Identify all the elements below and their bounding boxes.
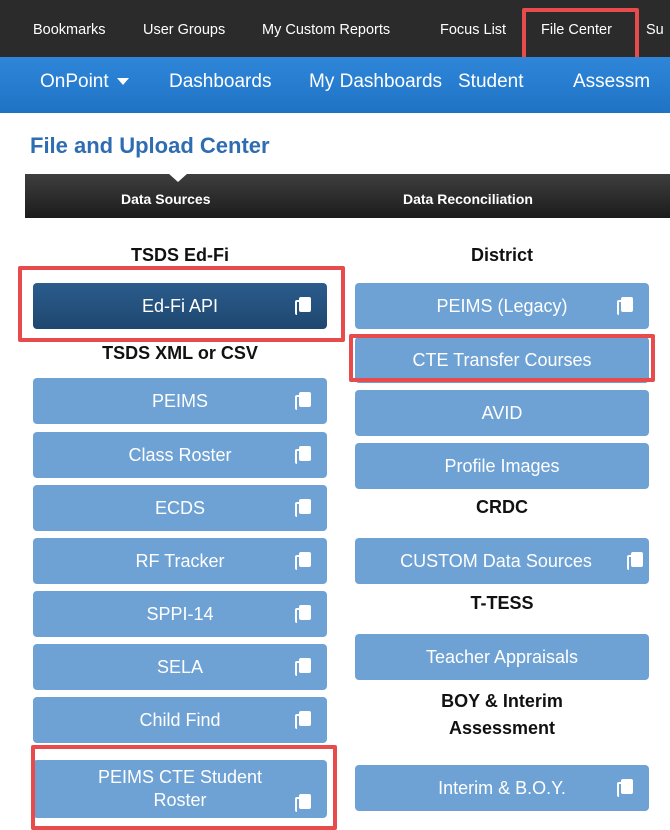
- interim-boy-button[interactable]: Interim & B.O.Y.: [355, 765, 649, 811]
- copy-icon: [295, 711, 311, 729]
- ecds-label: ECDS: [154, 497, 205, 518]
- tab-data-reconciliation[interactable]: Data Reconciliation: [403, 191, 533, 207]
- cte-transfer-highlight: [349, 334, 655, 382]
- main-nav-bar: OnPoint Dashboards My Dashboards Student…: [0, 57, 670, 113]
- profile-images-label: Profile Images: [444, 455, 560, 476]
- copy-icon: [295, 552, 311, 570]
- sela-label: SELA: [156, 656, 204, 677]
- nav-my-dashboards[interactable]: My Dashboards: [309, 71, 442, 93]
- active-tab-indicator: [168, 173, 188, 182]
- header-t-tess: T-TESS: [470, 593, 534, 613]
- tab-data-sources[interactable]: Data Sources: [121, 191, 210, 207]
- peims-legacy-button[interactable]: PEIMS (Legacy): [355, 283, 649, 329]
- page-title: File and Upload Center: [30, 133, 270, 158]
- copy-icon: [295, 658, 311, 676]
- avid-button[interactable]: AVID: [355, 390, 649, 436]
- ecds-button[interactable]: ECDS: [33, 485, 327, 531]
- sela-button[interactable]: SELA: [33, 644, 327, 690]
- avid-label: AVID: [481, 402, 523, 423]
- edfi-api-highlight: [18, 266, 345, 342]
- copy-icon: [295, 499, 311, 517]
- copy-icon: [617, 297, 633, 315]
- file-center-highlight: [522, 8, 639, 63]
- header-boy-interim-assessment: BOY & Interim Assessment: [355, 688, 649, 742]
- interim-boy-label: Interim & B.O.Y.: [438, 777, 566, 798]
- nav-onpoint[interactable]: OnPoint: [40, 71, 129, 93]
- class-roster-button[interactable]: Class Roster: [33, 432, 327, 478]
- cte-roster-highlight: [31, 745, 337, 830]
- peims-button[interactable]: PEIMS: [33, 378, 327, 424]
- rf-tracker-button[interactable]: RF Tracker: [33, 538, 327, 584]
- peims-legacy-label: PEIMS (Legacy): [436, 295, 568, 316]
- menu-bookmarks[interactable]: Bookmarks: [33, 22, 106, 38]
- copy-icon: [627, 552, 643, 570]
- header-tsds-xml-csv: TSDS XML or CSV: [102, 343, 258, 363]
- header-tsds-edfi: TSDS Ed-Fi: [131, 245, 229, 265]
- custom-data-sources-button[interactable]: CUSTOM Data Sources: [355, 538, 649, 584]
- boy-header-line1: BOY & Interim: [441, 691, 563, 711]
- caret-down-icon: [116, 78, 129, 86]
- profile-images-button[interactable]: Profile Images: [355, 443, 649, 489]
- menu-user-groups[interactable]: User Groups: [143, 22, 225, 38]
- tab-bar: Data Sources Data Reconciliation: [25, 173, 670, 218]
- copy-icon: [295, 605, 311, 623]
- header-crdc: CRDC: [476, 497, 528, 517]
- copy-icon: [295, 446, 311, 464]
- peims-label: PEIMS: [151, 390, 208, 411]
- sppi-14-button[interactable]: SPPI-14: [33, 591, 327, 637]
- header-district: District: [470, 245, 533, 265]
- child-find-label: Child Find: [139, 709, 221, 730]
- menu-focus-list[interactable]: Focus List: [440, 22, 506, 38]
- menu-my-custom-reports[interactable]: My Custom Reports: [262, 22, 390, 38]
- custom-data-sources-label: CUSTOM Data Sources: [400, 550, 592, 571]
- sppi-14-label: SPPI-14: [146, 603, 214, 624]
- copy-icon: [617, 779, 633, 797]
- menu-su-truncated[interactable]: Su: [646, 22, 664, 38]
- copy-icon: [295, 392, 311, 410]
- teacher-appraisals-label: Teacher Appraisals: [425, 646, 579, 667]
- rf-tracker-label: RF Tracker: [135, 550, 225, 571]
- nav-dashboards[interactable]: Dashboards: [169, 71, 271, 93]
- class-roster-label: Class Roster: [128, 444, 232, 465]
- teacher-appraisals-button[interactable]: Teacher Appraisals: [355, 634, 649, 680]
- nav-student[interactable]: Student: [458, 71, 524, 93]
- boy-header-line2: Assessment: [448, 718, 556, 738]
- nav-assessment-truncated[interactable]: Assessm: [573, 71, 650, 93]
- child-find-button[interactable]: Child Find: [33, 697, 327, 743]
- nav-onpoint-label: OnPoint: [40, 71, 109, 92]
